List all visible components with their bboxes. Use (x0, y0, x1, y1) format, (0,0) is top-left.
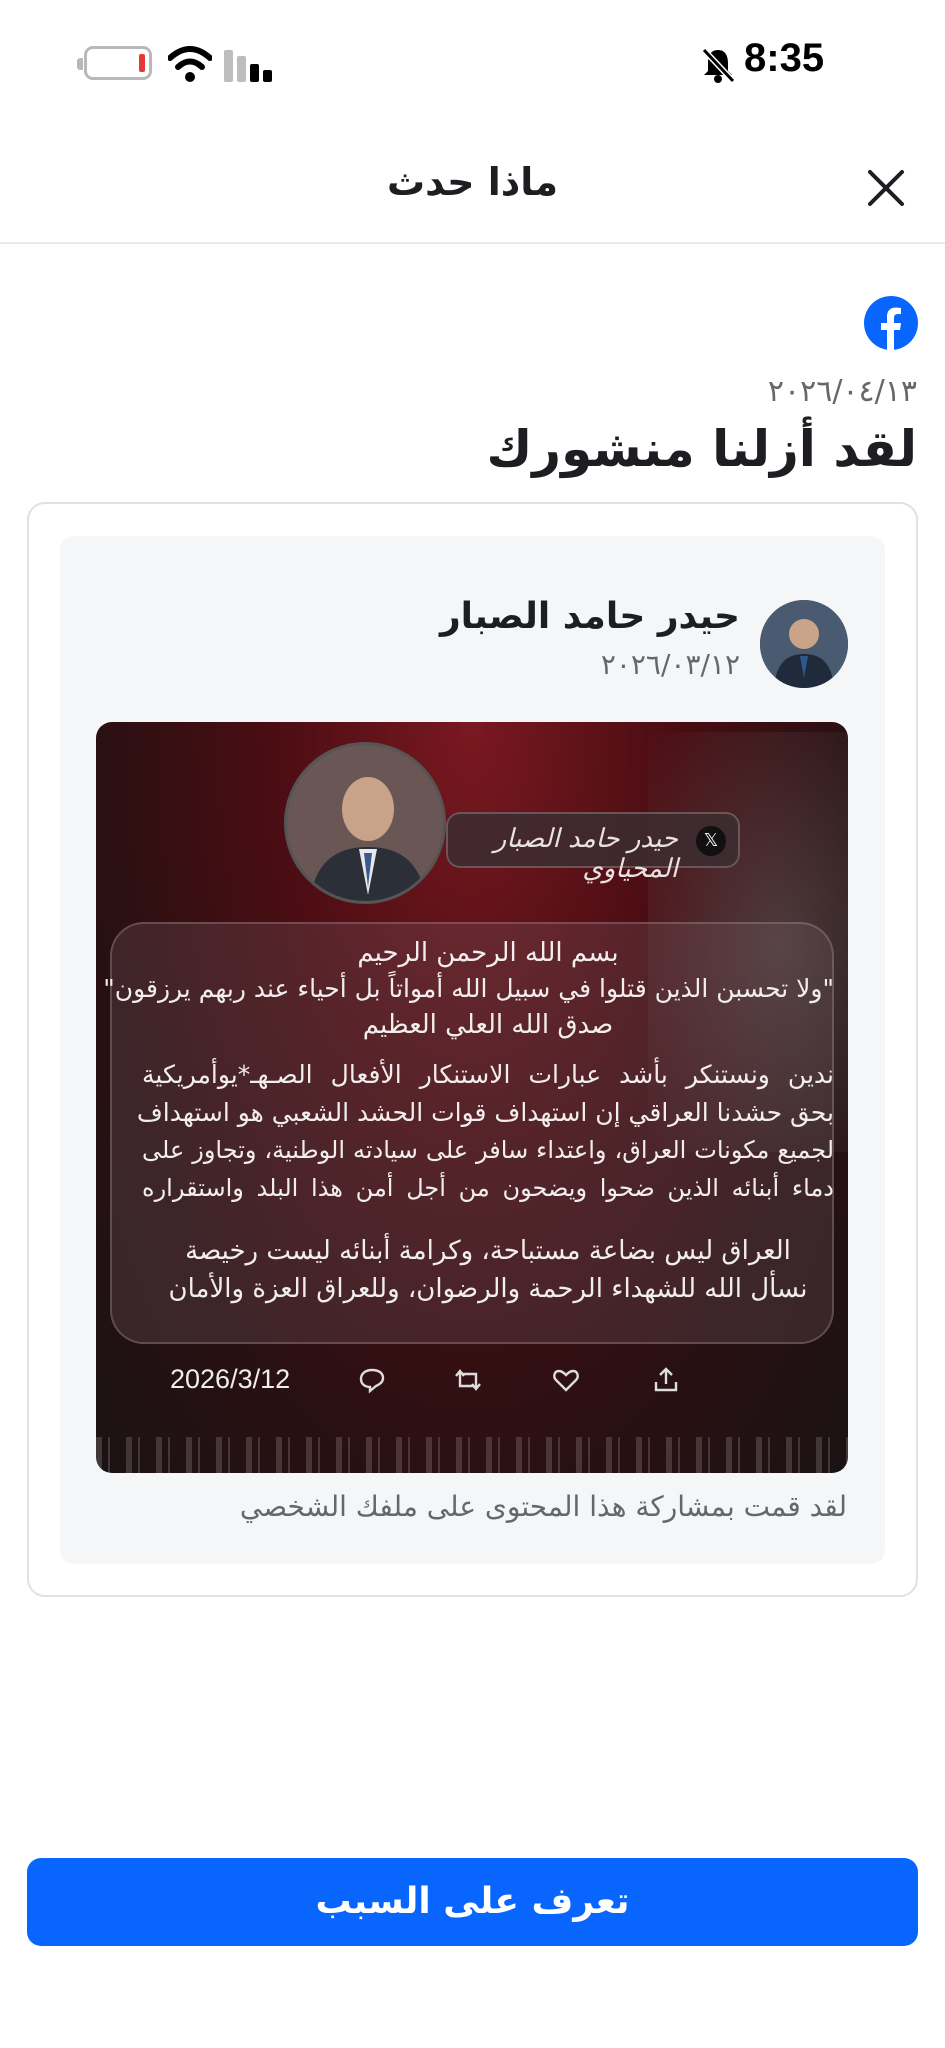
statement-line: نسأل الله للشهداء الرحمة والرضوان، وللعر… (168, 1274, 808, 1304)
name-banner: حيدر حامد الصبار المحياوي 𝕏 (446, 812, 740, 884)
avatar (760, 600, 848, 688)
statement-box: بسم الله الرحمن الرحيم "ولا تحسبن الذين … (103, 922, 834, 1344)
x-logo-icon: 𝕏 (696, 826, 726, 856)
facebook-logo-icon (864, 296, 918, 350)
header: ماذا حدث (0, 130, 945, 244)
signal-icon (224, 48, 278, 82)
learn-why-button[interactable]: تعرف على السبب (27, 1858, 918, 1946)
share-note: لقد قمت بمشاركة هذا المحتوى على ملفك الش… (239, 1490, 847, 1523)
like-icon (553, 1369, 579, 1392)
wifi-icon (168, 46, 212, 82)
statement-line: العراق ليس بضاعة مستباحة، وكرامة أبنائه … (185, 1236, 791, 1266)
share-icon (654, 1367, 678, 1392)
notice-date: ٢٠٢٦/٠٤/١٣ (767, 374, 917, 409)
statement-line: "ولا تحسبن الذين قتلوا في سبيل الله أموا… (103, 974, 834, 1003)
statement-line: صدق الله العلي العظيم (362, 1010, 614, 1040)
clock-time: 8:35 (744, 36, 825, 80)
post-date: ٢٠٢٦/٠٣/١٢ (600, 648, 740, 681)
retweet-icon (455, 1369, 481, 1391)
tweet-actions-row: 2026/3/12 (96, 1354, 848, 1410)
battery-icon (77, 46, 152, 80)
statement-line: بسم الله الرحمن الرحيم (357, 938, 619, 968)
statement-line: ندين ونستنكر بأشد عبارات الاستنكار الأفع… (142, 1060, 834, 1089)
statement-line: لجميع مكونات العراق، واعتداء سافر على سي… (142, 1136, 834, 1164)
tweet-date: 2026/3/12 (170, 1364, 291, 1394)
reply-icon (359, 1368, 385, 1394)
page-title: ماذا حدث (386, 160, 559, 204)
bell-muted-icon (701, 47, 736, 84)
notice-title: لقد أزلنا منشورك (486, 420, 917, 478)
post-image: حيدر حامد الصبار المحياوي 𝕏 بسم الله الر… (96, 722, 848, 1473)
statement-line: بحق حشدنا العراقي إن استهداف قوات الحشد … (136, 1098, 834, 1127)
close-icon[interactable] (862, 164, 910, 212)
portrait-image (284, 742, 446, 904)
post-author-name: حيدر حامد الصبار (439, 596, 740, 637)
status-bar: 8:35 (0, 0, 945, 130)
statement-line: دماء أبنائه الذين ضحوا ويضحون من أجل أمن… (142, 1174, 834, 1202)
banner-name: حيدر حامد الصبار المحياوي (493, 824, 678, 884)
decorative-border (96, 1437, 848, 1473)
